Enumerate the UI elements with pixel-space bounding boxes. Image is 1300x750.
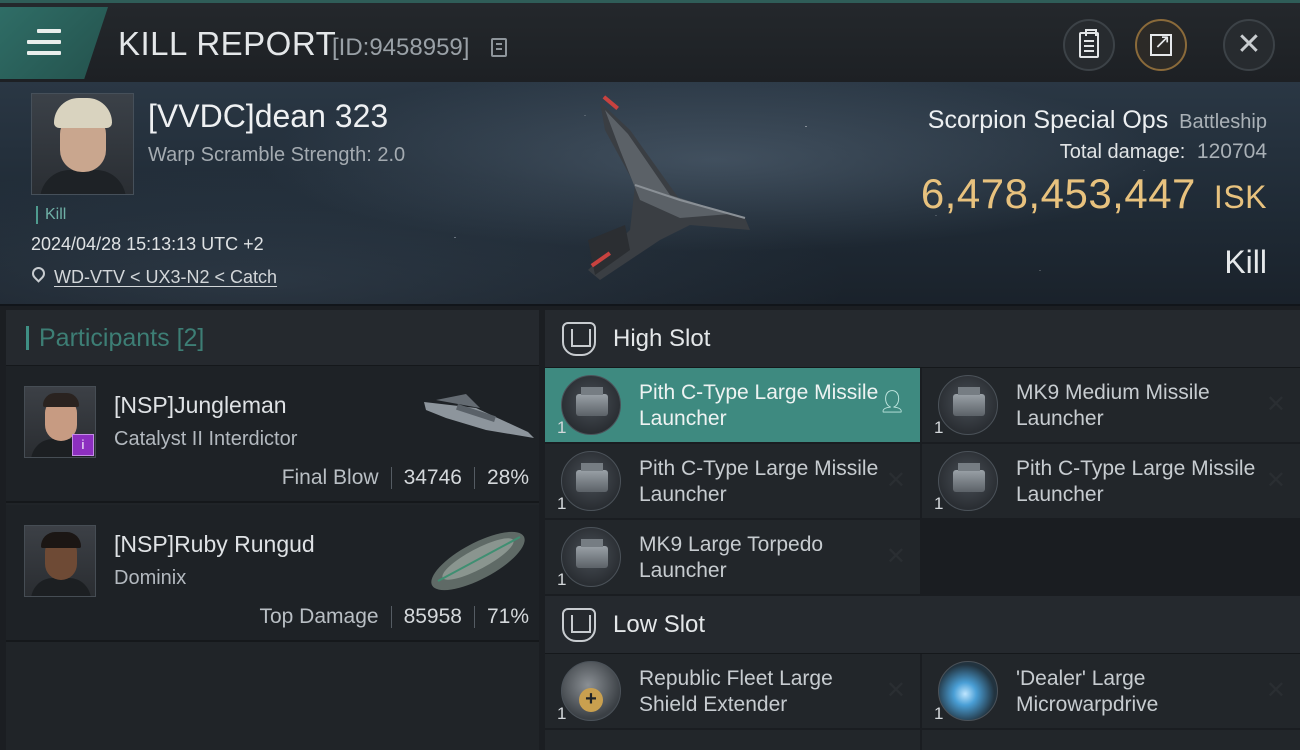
corp-badge: i [72, 434, 94, 456]
high-slot-grid: 1 Pith C-Type Large Missile Launcher 👤︎ … [545, 368, 1300, 594]
x-icon: ✕ [1265, 676, 1286, 704]
victim-ship-name[interactable]: Scorpion Special Ops Battleship [928, 106, 1267, 135]
module-name: Republic Fleet Large Shield Extender [639, 667, 833, 716]
missile-launcher-icon [938, 375, 998, 435]
participant-row[interactable]: i [NSP]Jungleman Catalyst II Interdictor… [6, 366, 539, 503]
kill-datetime: 2024/04/28 15:13:13 UTC +2 [31, 234, 264, 254]
module-item-partial[interactable] [545, 730, 920, 750]
low-slot-label: Low Slot [613, 611, 706, 638]
participant-percent: 71% [486, 605, 529, 628]
location-link[interactable]: WD-VTV < UX3-N2 < Catch [54, 267, 277, 288]
module-qty: 1 [557, 704, 567, 723]
top-bar: KILL REPORT [ID:9458959] ✕ [0, 0, 1300, 82]
ship-type: Scorpion Special Ops [927, 106, 1169, 134]
total-damage-label: Total damage: [1059, 141, 1186, 163]
module-qty: 1 [557, 418, 567, 437]
share-icon [1150, 29, 1172, 56]
participant-damage: 85958 [403, 605, 462, 628]
isk-value: 6,478,453,447 ISK [921, 170, 1267, 218]
x-icon: ✕ [885, 676, 906, 704]
participant-name[interactable]: [NSP]Ruby Rungud [114, 531, 315, 558]
result-label: Kill [1224, 244, 1267, 280]
isk-amount: 6,478,453,447 [920, 170, 1196, 217]
participant-row[interactable]: [NSP]Ruby Rungud Dominix Top Damage 8595… [6, 505, 539, 642]
kill-tag: Kill [36, 206, 66, 224]
participants-label: Participants [39, 324, 170, 352]
victim-name[interactable]: [VVDC]dean 323 [148, 98, 388, 135]
participant-ship: Catalyst II Interdictor [114, 428, 298, 450]
x-icon: ✕ [1265, 466, 1286, 494]
participant-name[interactable]: [NSP]Jungleman [114, 392, 287, 419]
participant-ship: Dominix [114, 567, 187, 589]
module-name: MK9 Large Torpedo Launcher [639, 533, 824, 582]
module-name: MK9 Medium Missile Launcher [1016, 381, 1210, 430]
module-item[interactable]: 1 Pith C-Type Large Missile Launcher ✕ [922, 444, 1300, 518]
menu-icon [27, 29, 61, 62]
module-qty: 1 [934, 494, 944, 513]
module-name: Pith C-Type Large Missile Launcher [639, 381, 879, 430]
module-qty: 1 [557, 570, 567, 589]
microwarpdrive-icon [938, 661, 998, 721]
warp-scramble-strength: Warp Scramble Strength: 2.0 [148, 144, 406, 166]
person-icon: 👤︎ [878, 390, 906, 415]
participant-stats: Final Blow 34746 28% [282, 466, 529, 490]
module-item[interactable]: 1 MK9 Medium Missile Launcher ✕ [922, 368, 1300, 442]
participant-damage: 34746 [403, 466, 462, 489]
report-id: [ID:9458959] [332, 34, 470, 61]
x-icon: ✕ [885, 542, 906, 570]
module-item[interactable]: 1 'Dealer' Large Microwarpdrive ✕ [922, 654, 1300, 728]
participant-role: Final Blow [281, 466, 379, 489]
total-damage-value: 120704 [1196, 140, 1267, 163]
participants-count: [2] [176, 324, 205, 352]
slot-shield-icon [562, 608, 596, 642]
ship-class: Battleship [1179, 111, 1267, 133]
module-item-partial[interactable] [922, 730, 1300, 750]
high-slot-header: High Slot [545, 310, 1300, 368]
module-name: Pith C-Type Large Missile Launcher [639, 457, 879, 506]
plus-icon: + [579, 688, 603, 712]
module-name: Pith C-Type Large Missile Launcher [1016, 457, 1256, 506]
module-item[interactable]: 1 MK9 Large Torpedo Launcher ✕ [545, 520, 920, 594]
victim-panel: [VVDC]dean 323 Warp Scramble Strength: 2… [0, 82, 1300, 306]
missile-launcher-icon [561, 451, 621, 511]
participants-panel: Participants [2] i [NSP]Jungleman Cataly… [6, 310, 539, 750]
missile-launcher-icon [561, 375, 621, 435]
victim-ship-image [588, 95, 750, 280]
module-item[interactable]: 1 Pith C-Type Large Missile Launcher ✕ [545, 444, 920, 518]
participant-percent: 28% [486, 466, 529, 489]
torpedo-launcher-icon [561, 527, 621, 587]
slot-shield-icon [562, 322, 596, 356]
participants-header: Participants [2] [6, 310, 539, 366]
module-qty: 1 [557, 494, 567, 513]
module-name: 'Dealer' Large Microwarpdrive [1016, 667, 1159, 716]
empty-cell [922, 520, 1300, 594]
clipboard-icon [1079, 29, 1099, 58]
x-icon: ✕ [885, 466, 906, 494]
participant-avatar[interactable] [24, 525, 96, 597]
share-button[interactable] [1135, 19, 1187, 71]
module-qty: 1 [934, 704, 944, 723]
isk-unit: ISK [1213, 179, 1267, 215]
participant-ship-image [431, 531, 525, 591]
total-damage: Total damage: 120704 [1060, 140, 1267, 164]
page-title: KILL REPORT [118, 25, 337, 62]
x-icon: ✕ [1265, 390, 1286, 418]
clipboard-button[interactable] [1063, 19, 1115, 71]
module-item[interactable]: + 1 Republic Fleet Large Shield Extender… [545, 654, 920, 728]
fitting-panel: High Slot 1 Pith C-Type Large Missile La… [545, 310, 1300, 750]
low-slot-header: Low Slot [545, 596, 1300, 654]
victim-avatar[interactable] [31, 93, 134, 195]
participant-stats: Top Damage 85958 71% [259, 605, 529, 629]
low-slot-grid: + 1 Republic Fleet Large Shield Extender… [545, 654, 1300, 750]
copy-icon[interactable] [491, 38, 507, 57]
close-icon: ✕ [1236, 27, 1262, 62]
high-slot-label: High Slot [613, 325, 711, 352]
participant-ship-image [424, 394, 534, 438]
module-item[interactable]: 1 Pith C-Type Large Missile Launcher 👤︎ [545, 368, 920, 442]
module-qty: 1 [934, 418, 944, 437]
close-button[interactable]: ✕ [1223, 19, 1275, 71]
participant-role: Top Damage [259, 605, 379, 628]
missile-launcher-icon [938, 451, 998, 511]
menu-button[interactable] [0, 7, 108, 79]
